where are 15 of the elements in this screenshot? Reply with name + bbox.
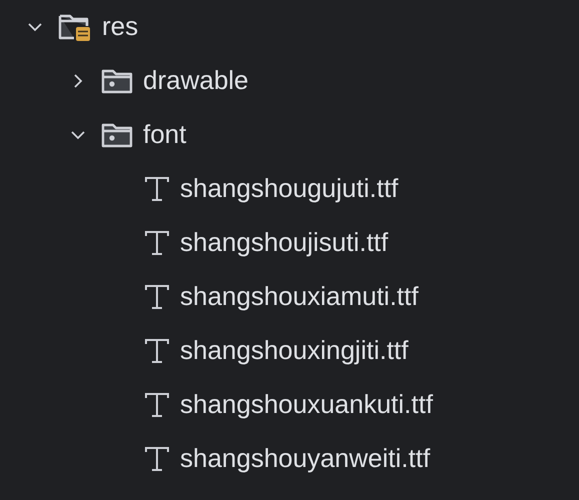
file-name[interactable]: shangshouyanweiti.ttf xyxy=(180,443,430,474)
file-name[interactable]: shangshouxingjiti.ttf xyxy=(180,335,408,366)
folder-name[interactable]: font xyxy=(143,119,186,150)
font-file-icon xyxy=(144,390,170,418)
font-file-icon xyxy=(144,174,170,202)
font-file-icon xyxy=(144,336,170,364)
file-name[interactable]: shangshougujuti.ttf xyxy=(180,173,398,204)
font-file-icon xyxy=(144,282,170,310)
font-file-icon xyxy=(144,444,170,472)
file-name[interactable]: shangshouxiamuti.ttf xyxy=(180,281,418,312)
font-file-icon xyxy=(144,228,170,256)
file-name[interactable]: shangshoujisuti.ttf xyxy=(180,227,388,258)
file-name[interactable]: shangshouxuankuti.ttf xyxy=(180,389,433,420)
folder-name[interactable]: drawable xyxy=(143,65,249,96)
folder-name[interactable]: res xyxy=(102,11,138,42)
